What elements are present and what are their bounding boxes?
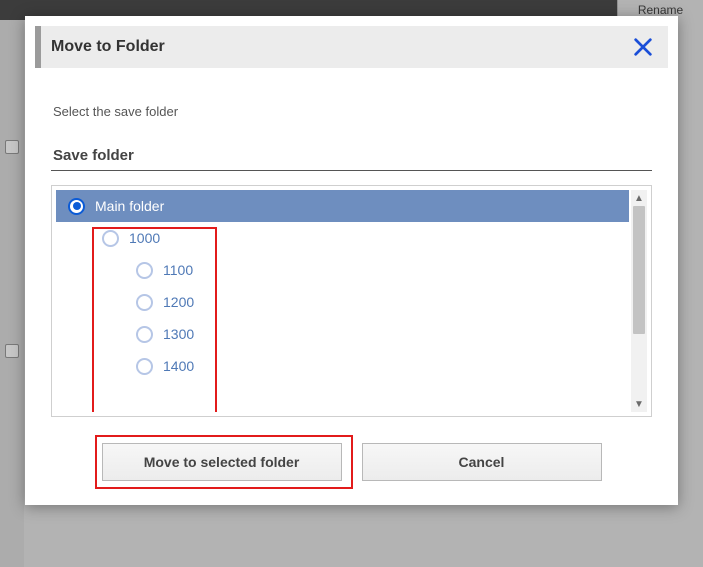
folder-row-child[interactable]: 1200 (56, 286, 629, 318)
folder-label: 1100 (163, 262, 629, 278)
cancel-button[interactable]: Cancel (362, 443, 602, 481)
folder-row-child[interactable]: 1000 (56, 222, 629, 254)
scroll-up-icon[interactable]: ▲ (631, 190, 647, 206)
scroll-thumb[interactable] (633, 206, 645, 334)
folder-tree-viewport: Main folder 1000 1100 1200 1300 (56, 190, 629, 412)
radio-icon (136, 358, 153, 375)
folder-row-main[interactable]: Main folder (56, 190, 629, 222)
folder-label: Main folder (95, 198, 629, 214)
folder-row-child[interactable]: 1100 (56, 254, 629, 286)
folder-label: 1200 (163, 294, 629, 310)
radio-icon (136, 294, 153, 311)
move-to-folder-modal: Move to Folder Select the save folder Sa… (25, 16, 678, 505)
modal-header: Move to Folder (35, 26, 668, 68)
radio-icon (136, 262, 153, 279)
modal-title: Move to Folder (51, 38, 632, 56)
folder-label: 1300 (163, 326, 629, 342)
folder-tree-container: Main folder 1000 1100 1200 1300 (51, 185, 652, 417)
section-divider (51, 170, 652, 171)
folder-label: 1000 (129, 230, 629, 246)
radio-icon (136, 326, 153, 343)
save-folder-label: Save folder (51, 147, 652, 164)
modal-body: Select the save folder Save folder Main … (25, 78, 678, 505)
folder-row-child[interactable]: 1300 (56, 318, 629, 350)
scroll-down-icon[interactable]: ▼ (631, 396, 647, 412)
folder-row-child[interactable]: 1400 (56, 350, 629, 382)
close-icon[interactable] (632, 36, 654, 58)
radio-icon (102, 230, 119, 247)
radio-icon (68, 198, 85, 215)
folder-label: 1400 (163, 358, 629, 374)
move-to-selected-folder-button[interactable]: Move to selected folder (102, 443, 342, 481)
instruction-text: Select the save folder (53, 104, 650, 119)
tree-scrollbar[interactable]: ▲ ▼ (631, 190, 647, 412)
modal-footer: Move to selected folder Cancel (51, 443, 652, 481)
